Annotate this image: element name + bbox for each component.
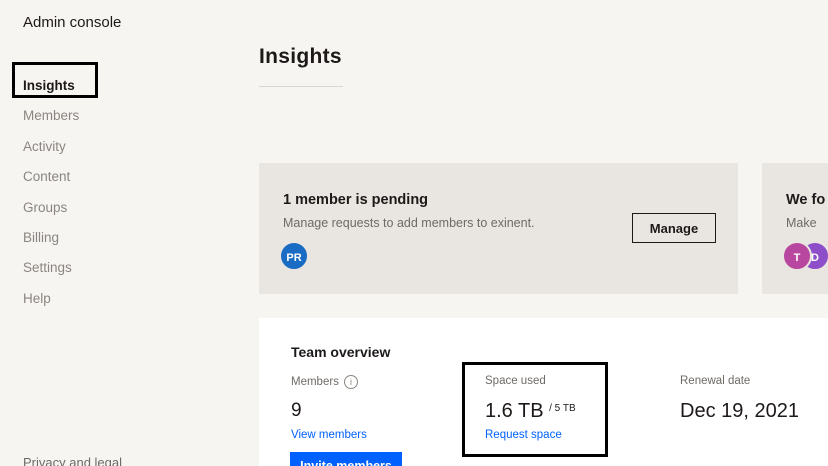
second-card-subtitle: Make bbox=[786, 216, 817, 230]
invite-members-button[interactable]: Invite members bbox=[290, 452, 402, 466]
sidebar-nav: Insights Members Activity Content Groups… bbox=[23, 71, 79, 314]
page-title: Insights bbox=[259, 45, 342, 68]
avatar-pr: PR bbox=[279, 241, 309, 271]
manage-button[interactable]: Manage bbox=[632, 213, 716, 243]
team-overview-title: Team overview bbox=[291, 344, 391, 360]
members-label-text: Members bbox=[291, 376, 339, 389]
admin-console-title: Admin console bbox=[23, 14, 122, 31]
pending-members-card: 1 member is pending Manage requests to a… bbox=[259, 163, 738, 294]
sidebar: Admin console Insights Members Activity … bbox=[0, 0, 240, 466]
sidebar-item-members[interactable]: Members bbox=[23, 101, 79, 131]
second-card: We fo Make D T bbox=[762, 163, 828, 294]
sidebar-item-billing[interactable]: Billing bbox=[23, 223, 79, 253]
request-space-link[interactable]: Request space bbox=[485, 429, 562, 441]
title-divider bbox=[259, 86, 343, 87]
sidebar-item-help[interactable]: Help bbox=[23, 284, 79, 314]
renewal-date-value: Dec 19, 2021 bbox=[680, 400, 799, 422]
renewal-date-label: Renewal date bbox=[680, 375, 751, 387]
space-total: / 5 TB bbox=[549, 403, 576, 414]
space-used-amount: 1.6 TB bbox=[485, 400, 544, 422]
space-used-value: 1.6 TB / 5 TB bbox=[485, 400, 576, 423]
second-card-heading: We fo bbox=[786, 192, 826, 208]
sidebar-item-activity[interactable]: Activity bbox=[23, 132, 79, 162]
members-label: Members i bbox=[291, 375, 358, 389]
info-icon[interactable]: i bbox=[343, 375, 358, 389]
pending-card-heading: 1 member is pending bbox=[283, 192, 429, 208]
sidebar-item-groups[interactable]: Groups bbox=[23, 193, 79, 223]
pending-card-subtitle: Manage requests to add members to exinen… bbox=[283, 216, 535, 230]
avatar-t: T bbox=[782, 241, 812, 271]
view-members-link[interactable]: View members bbox=[291, 429, 367, 441]
members-count: 9 bbox=[291, 400, 302, 421]
sidebar-item-settings[interactable]: Settings bbox=[23, 253, 79, 283]
team-overview-card: Team overview Members i 9 View members In… bbox=[259, 318, 828, 466]
sidebar-item-insights[interactable]: Insights bbox=[23, 71, 79, 101]
privacy-legal-link[interactable]: Privacy and legal bbox=[23, 455, 122, 466]
space-used-label: Space used bbox=[485, 375, 546, 387]
sidebar-item-content[interactable]: Content bbox=[23, 162, 79, 192]
